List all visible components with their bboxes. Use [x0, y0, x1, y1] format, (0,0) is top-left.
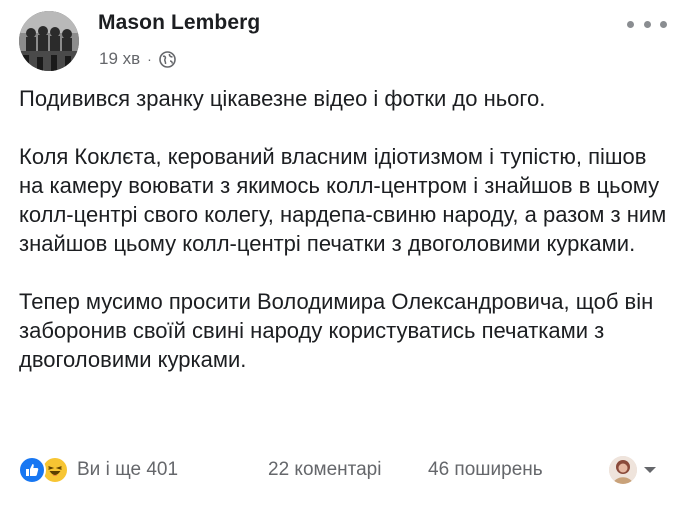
post-card: Mason Lemberg 19 хв · Подивився зранку ц…: [0, 0, 680, 506]
author-name[interactable]: Mason Lemberg: [98, 11, 260, 35]
reactions-summary[interactable]: Ви і ще 401: [18, 456, 178, 484]
post-meta: 19 хв ·: [99, 49, 176, 69]
post-text: Подивився зранку цікавезне відео і фотки…: [19, 84, 667, 403]
meta-separator: ·: [147, 51, 152, 67]
viewer-avatar: [609, 456, 637, 484]
caret-down-icon: [643, 465, 657, 475]
post-paragraph: Тепер мусимо просити Володимира Олександ…: [19, 289, 654, 372]
comments-count[interactable]: 22 коментарі: [268, 459, 381, 481]
post-footer: Ви і ще 401 22 коментарі 46 поширень: [18, 453, 662, 487]
like-icon: [18, 456, 46, 484]
shares-count[interactable]: 46 поширень: [428, 459, 543, 481]
post-time[interactable]: 19 хв: [99, 49, 140, 69]
globe-icon[interactable]: [159, 50, 176, 68]
post-paragraph: Подивився зранку цікавезне відео і фотки…: [19, 86, 546, 111]
reaction-as-selector[interactable]: [609, 456, 657, 484]
post-paragraph: Коля Коклєта, керований власним ідіотизм…: [19, 144, 667, 256]
reactions-label[interactable]: Ви і ще 401: [77, 459, 178, 481]
more-dots-icon: [627, 20, 634, 28]
more-options-button[interactable]: [627, 14, 667, 34]
author-avatar[interactable]: [19, 11, 79, 71]
